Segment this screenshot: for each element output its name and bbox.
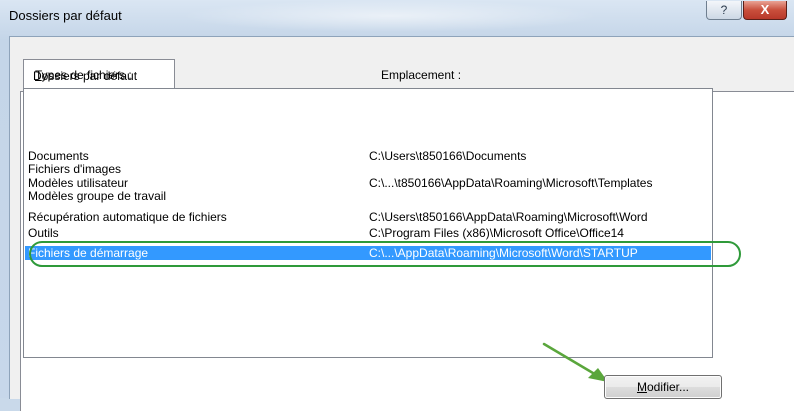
- file-locations-list[interactable]: Documents C:\Users\t850166\Documents Fic…: [23, 88, 713, 358]
- modify-button-label: odifier...: [646, 380, 690, 394]
- column-header-mnemonic: T: [35, 68, 42, 82]
- list-row[interactable]: Fichiers d'images: [25, 163, 711, 176]
- window-title: Dossiers par défaut: [9, 8, 122, 23]
- column-header-file-types: Types de fichiers :: [35, 68, 132, 82]
- list-row-path: C:\Users\t850166\Documents: [369, 149, 527, 163]
- list-row-path: C:\Users\t850166\AppData\Roaming\Microso…: [369, 210, 648, 224]
- modify-button-mnemonic: M: [636, 380, 647, 394]
- list-row-type: Fichiers d'images: [28, 162, 121, 176]
- title-bar-glow: [180, 0, 600, 32]
- dialog-window: Dossiers par défaut ? X Dossiers par déf…: [0, 0, 794, 411]
- list-row-type: Modèles groupe de travail: [28, 189, 167, 203]
- annotation-highlight-ellipse: [29, 241, 741, 267]
- list-row-type: Outils: [28, 226, 59, 240]
- list-row[interactable]: Outils C:\Program Files (x86)\Microsoft …: [25, 227, 711, 240]
- list-row[interactable]: Documents C:\Users\t850166\Documents: [25, 150, 711, 163]
- column-header-file-types-label: ypes de fichiers :: [41, 68, 132, 82]
- list-row-path: C:\Program Files (x86)\Microsoft Office\…: [369, 226, 624, 240]
- list-row-path: C:\...\t850166\AppData\Roaming\Microsoft…: [369, 176, 653, 190]
- modify-button[interactable]: Modifier...: [604, 375, 722, 399]
- close-button[interactable]: X: [743, 1, 787, 20]
- close-icon: X: [760, 2, 770, 17]
- help-button[interactable]: ?: [706, 1, 742, 20]
- list-row-type: Récupération automatique de fichiers: [28, 210, 227, 224]
- help-icon: ?: [720, 3, 728, 17]
- list-row[interactable]: Modèles groupe de travail: [25, 190, 711, 203]
- list-row[interactable]: Récupération automatique de fichiers C:\…: [25, 211, 711, 224]
- column-header-location: Emplacement :: [381, 68, 462, 82]
